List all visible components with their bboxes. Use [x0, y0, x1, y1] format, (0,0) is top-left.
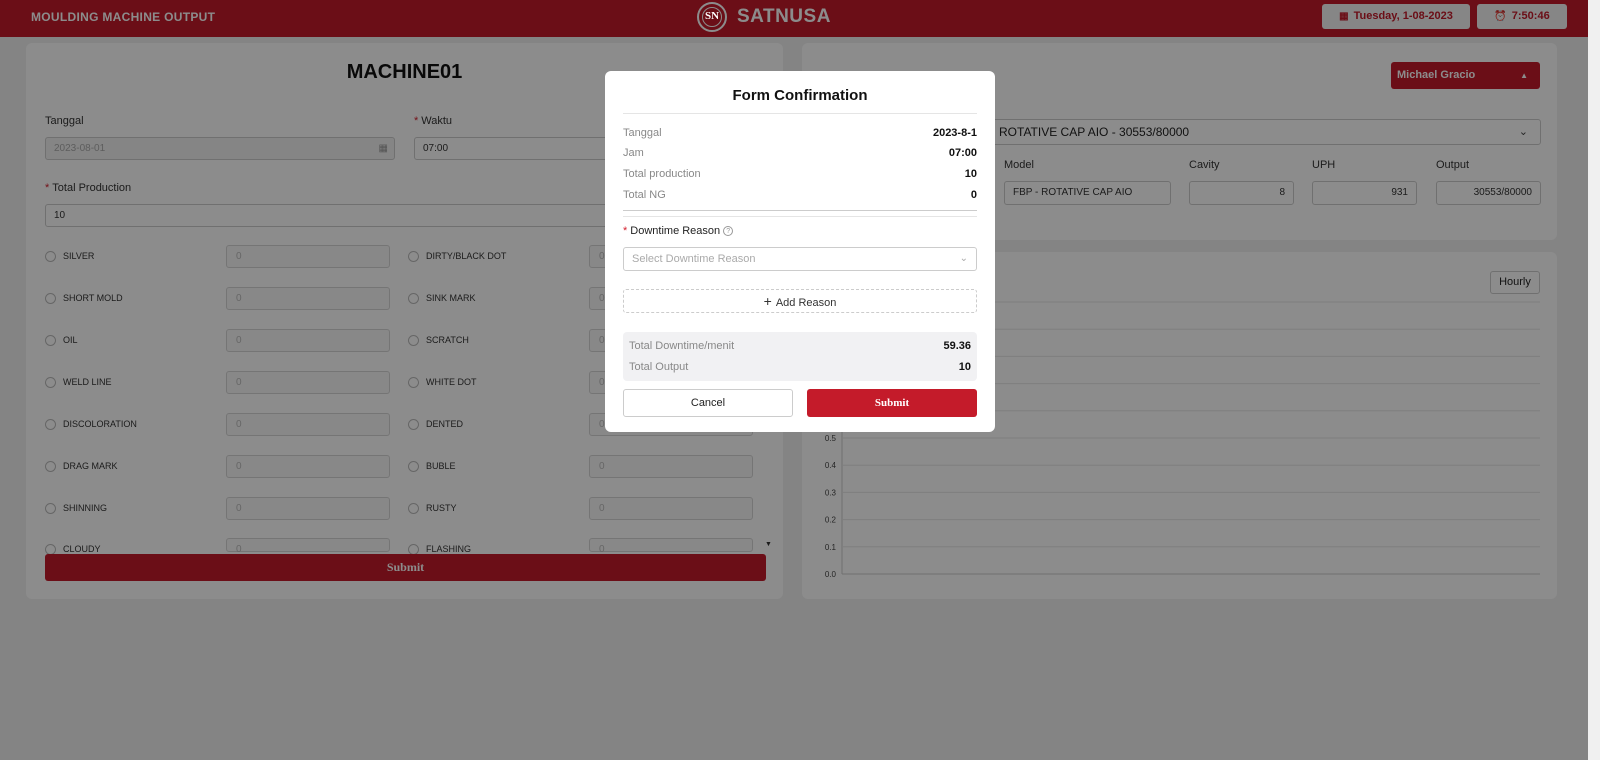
divider [623, 113, 977, 114]
modal-title: Form Confirmation [732, 87, 868, 104]
add-reason-button[interactable]: + Add Reason [623, 289, 977, 313]
page-scrollbar[interactable] [1588, 0, 1600, 760]
help-icon[interactable]: ? [723, 226, 734, 237]
confirm-row-total-ng: Total NG 0 [623, 189, 977, 201]
confirm-row-jam: Jam 07:00 [623, 147, 977, 159]
downtime-summary: Total Downtime/menit 59.36 Total Output 10 [623, 332, 977, 381]
confirm-row-total-production: Total production 10 [623, 168, 977, 180]
cancel-button[interactable]: Cancel [623, 389, 793, 417]
downtime-reason-label: * Downtime Reason? [623, 225, 734, 237]
downtime-reason-select[interactable]: Select Downtime Reason ⌄ [623, 247, 977, 271]
divider [623, 210, 977, 211]
chevron-down-icon: ⌄ [959, 253, 968, 264]
plus-icon: + [763, 293, 772, 309]
modal-submit-button[interactable]: Submit [807, 389, 977, 417]
form-confirmation-modal: Form Confirmation Tanggal 2023-8-1 Jam 07:… [605, 71, 995, 432]
confirm-row-tanggal: Tanggal 2023-8-1 [623, 127, 977, 139]
divider [623, 216, 977, 217]
